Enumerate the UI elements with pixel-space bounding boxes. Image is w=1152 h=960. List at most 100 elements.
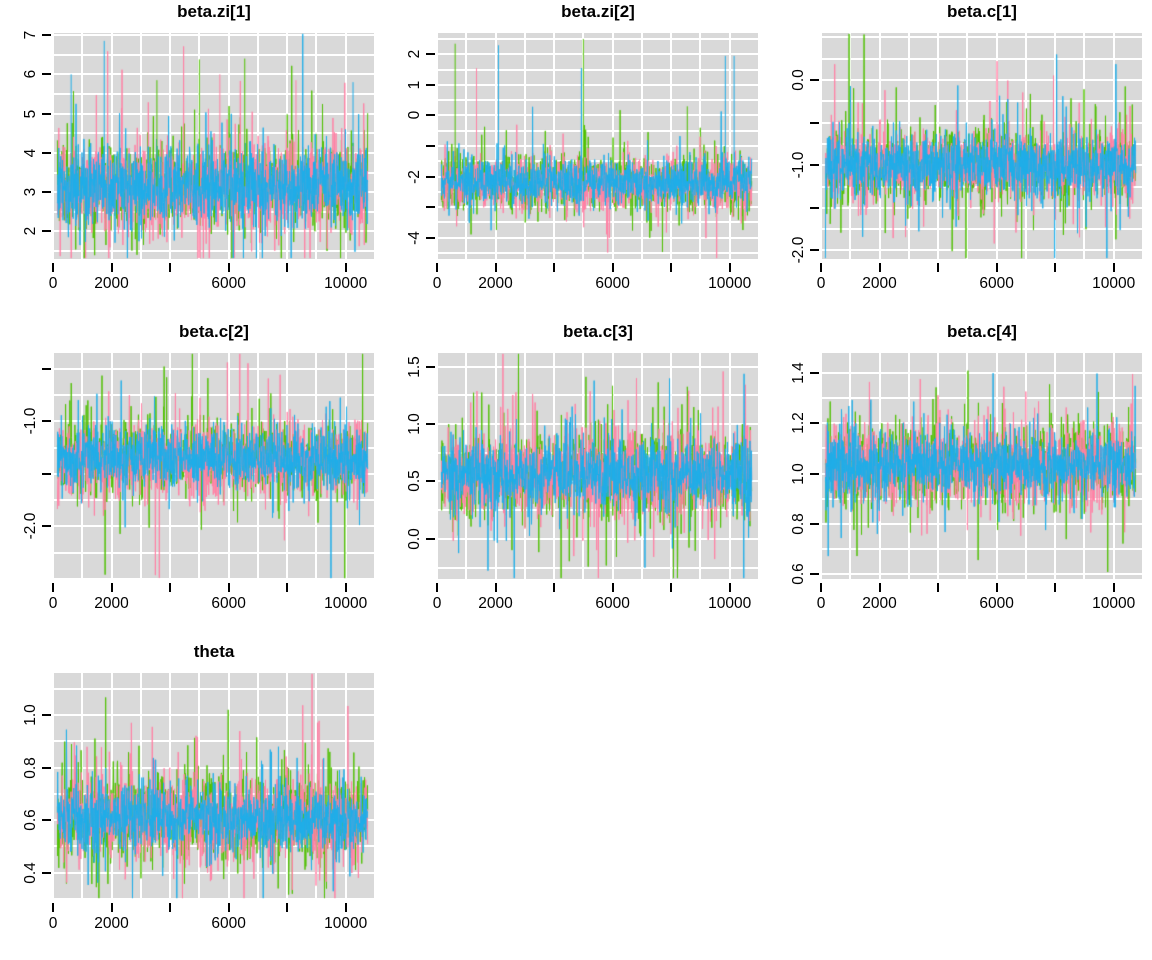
trace-panel-beta-zi-1-: beta.zi[1] 2 3 4 5 6 7 0 2000 6000 10000	[0, 0, 384, 320]
trace-lines	[53, 353, 375, 579]
y-axis-tick	[42, 525, 51, 528]
panel-title: beta.zi[2]	[561, 2, 635, 21]
panel-title: beta.c[3]	[563, 322, 633, 341]
y-axis-tick	[810, 372, 819, 375]
x-axis-tick	[937, 263, 940, 272]
x-axis-tick	[52, 583, 54, 592]
y-axis-tick-label: 1.0	[406, 413, 423, 435]
trace-lines	[821, 353, 1143, 579]
y-axis-tick-label: 1.0	[22, 704, 39, 726]
y-axis-tick	[42, 472, 51, 475]
y-axis-tick	[810, 522, 819, 525]
x-axis-tick-label: 2000	[94, 275, 129, 292]
x-axis-tick	[286, 903, 289, 912]
x-axis-tick	[611, 583, 614, 592]
y-axis-tick-label: 0.0	[406, 528, 423, 550]
trace-lines	[821, 33, 1143, 259]
x-axis-tick	[820, 583, 822, 592]
x-axis-tick	[1112, 263, 1115, 272]
plot-area	[53, 673, 375, 899]
x-axis-tick-label: 6000	[211, 915, 246, 932]
y-axis-tick	[42, 420, 51, 423]
x-axis-tick	[110, 903, 113, 912]
x-axis-tick	[995, 263, 998, 272]
x-axis-tick	[227, 263, 230, 272]
x-axis-tick	[728, 583, 731, 592]
x-axis-tick-label: 6000	[211, 595, 246, 612]
y-axis-tick	[42, 73, 51, 76]
y-axis-tick	[810, 472, 819, 475]
x-axis-tick-label: 10000	[1092, 595, 1136, 612]
x-axis-tick-label: 6000	[211, 275, 246, 292]
y-axis-tick	[42, 230, 51, 233]
y-axis-tick	[42, 191, 51, 194]
x-axis-tick	[1054, 583, 1057, 592]
x-axis-tick	[52, 903, 54, 912]
y-axis-tick	[810, 164, 819, 167]
x-axis-tick-label: 6000	[595, 275, 630, 292]
y-axis-tick	[426, 423, 435, 426]
x-axis-tick-label: 6000	[979, 275, 1014, 292]
x-axis-tick	[728, 263, 731, 272]
y-axis-tick-label: 1.4	[790, 362, 807, 384]
trace-panel-beta-c-1-: beta.c[1] -2.0 -1.0 0.0 0 2000 6000 10000	[768, 0, 1152, 320]
trace-panel-beta-c-3-: beta.c[3] 0.0 0.5 1.0 1.5 0 2000 6000 10000	[384, 320, 768, 640]
x-axis-tick	[670, 583, 673, 592]
y-axis-tick	[42, 819, 51, 822]
x-axis-tick	[937, 583, 940, 592]
panel-title: beta.zi[1]	[177, 2, 251, 21]
x-axis-tick	[436, 263, 438, 272]
x-axis-tick	[169, 263, 172, 272]
x-axis-tick	[286, 583, 289, 592]
y-axis-tick-label: 1.5	[406, 355, 423, 378]
x-axis-tick-label: 2000	[478, 275, 513, 292]
plot-area	[821, 353, 1143, 579]
x-axis-tick	[344, 583, 347, 592]
y-axis-tick	[426, 537, 435, 540]
y-axis-tick-label: -2.0	[790, 237, 807, 264]
x-axis-tick	[436, 583, 438, 592]
x-axis-tick	[553, 583, 556, 592]
y-axis-tick	[42, 766, 51, 769]
trace-panel-beta-c-4-: beta.c[4] 0.6 0.8 1.0 1.2 1.4 0 2000 6000 10000	[768, 320, 1152, 640]
trace-lines	[437, 353, 759, 579]
y-axis-tick	[810, 78, 819, 81]
x-axis-tick	[878, 263, 881, 272]
y-axis-tick-label: 0.0	[790, 69, 807, 91]
plot-area	[437, 353, 759, 579]
y-axis-tick	[426, 206, 435, 209]
y-axis-tick	[426, 175, 435, 178]
y-axis-tick-label: 7	[22, 30, 39, 40]
y-axis-tick	[426, 53, 435, 56]
y-axis-tick	[810, 121, 819, 124]
panel-title: theta	[193, 642, 235, 661]
plot-area	[53, 353, 375, 579]
x-axis-tick	[1054, 263, 1057, 272]
plot-area	[821, 33, 1143, 259]
y-axis-tick	[426, 114, 435, 117]
x-axis-tick	[110, 583, 113, 592]
y-axis-tick-label: 2	[406, 50, 423, 59]
x-axis-tick	[670, 263, 673, 272]
y-axis-tick-label: -2.0	[22, 513, 39, 540]
trace-panel-beta-zi-2-: beta.zi[2] -4 -2 0 1 2 0 2000 6000 10000	[384, 0, 768, 320]
x-axis-tick-label: 2000	[478, 595, 513, 612]
x-axis-tick	[820, 263, 822, 272]
y-axis-tick-label: -1.0	[22, 407, 39, 435]
y-axis-tick	[42, 151, 51, 154]
y-axis-tick	[42, 367, 51, 370]
y-axis-tick	[426, 145, 435, 147]
y-axis-tick	[426, 236, 435, 239]
x-axis-tick	[52, 263, 54, 272]
x-axis-tick-label: 6000	[979, 595, 1014, 612]
x-axis-tick	[110, 263, 113, 272]
traceplot-grid: beta.zi[1] 2 3 4 5 6 7 0 2000 6000 10000 beta.zi[2]…	[0, 0, 1152, 960]
y-axis-tick	[42, 871, 51, 874]
y-axis-tick	[810, 249, 819, 252]
x-axis-tick-label: 2000	[94, 595, 129, 612]
y-axis-tick-label: -2	[406, 169, 423, 184]
y-axis-tick-label: -1.0	[790, 151, 807, 179]
y-axis-tick	[426, 83, 435, 86]
x-axis-tick	[344, 263, 347, 272]
y-axis-tick-label: 0.5	[406, 470, 423, 493]
